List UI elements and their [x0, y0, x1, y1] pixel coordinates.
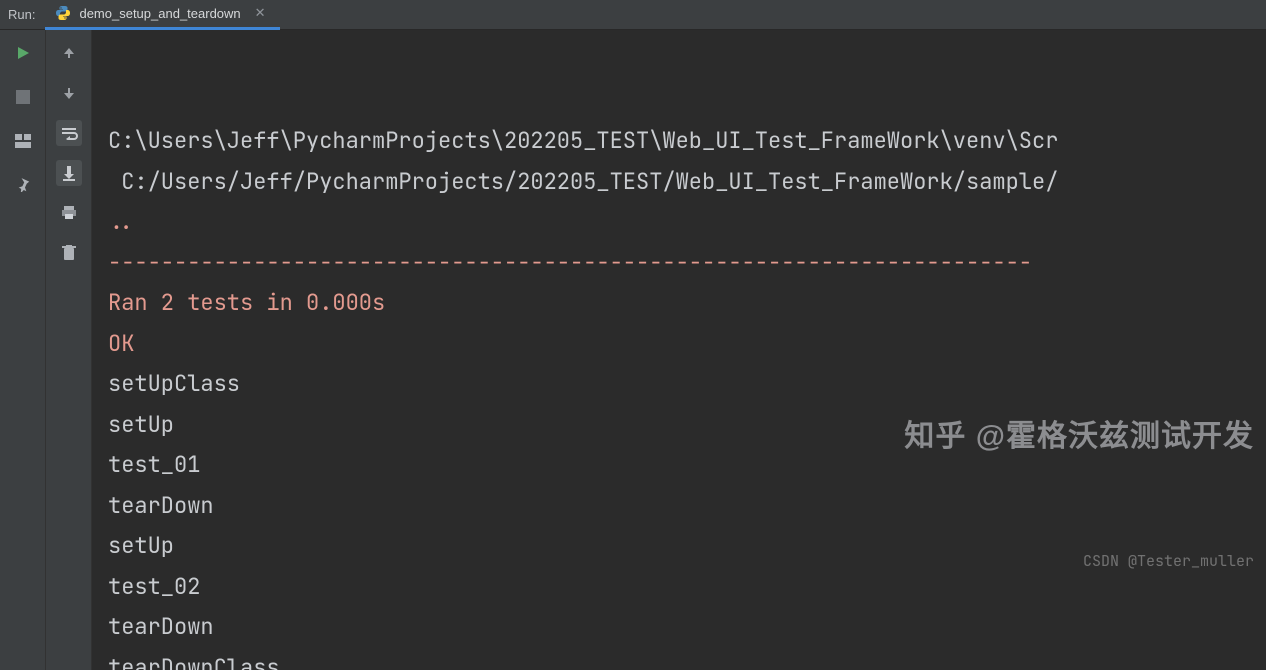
- rerun-button[interactable]: [10, 40, 36, 66]
- console-toolbar: [46, 30, 92, 670]
- console-line: OK: [108, 324, 1266, 365]
- run-tab-label: demo_setup_and_teardown: [79, 6, 240, 21]
- console-line: tearDown: [108, 486, 1266, 527]
- python-file-icon: [55, 5, 71, 21]
- console-line: setUp: [108, 526, 1266, 567]
- run-tab-active[interactable]: demo_setup_and_teardown ✕: [45, 0, 279, 30]
- soft-wrap-button[interactable]: [56, 120, 82, 146]
- run-tabs-bar: Run: demo_setup_and_teardown ✕: [0, 0, 1266, 30]
- console-line: tearDownClass: [108, 648, 1266, 670]
- console-line: ----------------------------------------…: [108, 243, 1266, 284]
- print-button[interactable]: [56, 200, 82, 226]
- run-tool-window: Run: demo_setup_and_teardown ✕: [0, 0, 1266, 670]
- console-line: ..: [108, 202, 1266, 243]
- close-icon[interactable]: ✕: [255, 5, 266, 21]
- down-button[interactable]: [56, 80, 82, 106]
- scroll-to-end-button[interactable]: [56, 160, 82, 186]
- console-line: test_02: [108, 567, 1266, 608]
- run-toolbar-left: [0, 30, 46, 670]
- layout-button[interactable]: [10, 128, 36, 154]
- console-output[interactable]: C:\Users\Jeff\PycharmProjects\202205_TES…: [92, 30, 1266, 670]
- pin-button[interactable]: [10, 172, 36, 198]
- stop-button[interactable]: [10, 84, 36, 110]
- console-line: setUp: [108, 405, 1266, 446]
- run-content: C:\Users\Jeff\PycharmProjects\202205_TES…: [0, 30, 1266, 670]
- console-line: test_01: [108, 445, 1266, 486]
- console-line: Ran 2 tests in 0.000s: [108, 283, 1266, 324]
- up-button[interactable]: [56, 40, 82, 66]
- console-line: C:/Users/Jeff/PycharmProjects/202205_TES…: [108, 162, 1266, 203]
- run-label: Run:: [0, 7, 45, 22]
- console-line: C:\Users\Jeff\PycharmProjects\202205_TES…: [108, 121, 1266, 162]
- console-line: tearDown: [108, 607, 1266, 648]
- clear-all-button[interactable]: [56, 240, 82, 266]
- console-line: setUpClass: [108, 364, 1266, 405]
